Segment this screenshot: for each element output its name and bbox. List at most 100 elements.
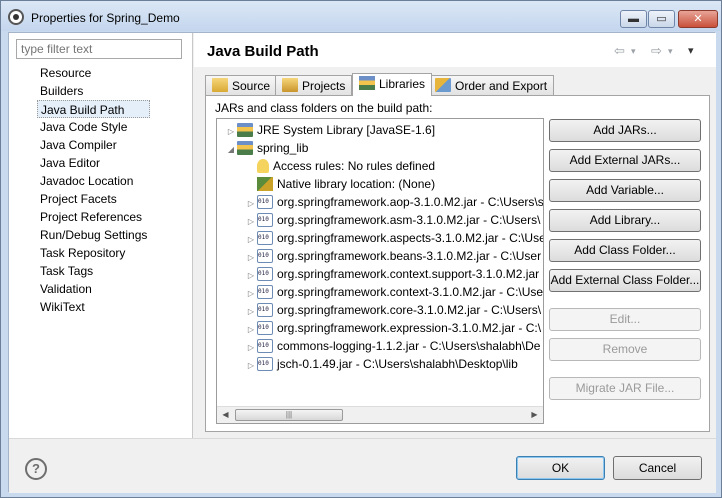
forward-arrow-icon[interactable]: ⇨ [651, 43, 662, 59]
tree-item-jar[interactable]: ▷org.springframework.context-3.1.0.M2.ja… [245, 283, 543, 301]
scroll-thumb[interactable]: ||| [235, 409, 343, 421]
add-variable-button[interactable]: Add Variable... [549, 179, 701, 202]
cancel-button[interactable]: Cancel [613, 456, 702, 480]
tree-item-label: org.springframework.beans-3.1.0.M2.jar -… [277, 249, 542, 263]
tree-item-jar[interactable]: ▷org.springframework.aop-3.1.0.M2.jar - … [245, 193, 543, 211]
order-export-icon [435, 78, 451, 92]
page-title: Java Build Path [207, 43, 319, 60]
access-rules-icon [257, 159, 269, 173]
tab-order-export[interactable]: Order and Export [428, 75, 555, 95]
horizontal-scrollbar[interactable]: ◀ ||| ▶ [217, 406, 543, 423]
add-library-button[interactable]: Add Library... [549, 209, 701, 232]
tree-item-label: Access rules: No rules defined [273, 159, 436, 173]
maximize-button[interactable]: ▭ [648, 10, 675, 28]
minimize-button[interactable]: ▬ [620, 10, 647, 28]
tree-item-jre[interactable]: ▷ JRE System Library [JavaSE-1.6] [225, 121, 435, 139]
page-pane: Java Build Path ⇦ ▾ ⇨ ▾ ▾ Source Project… [194, 33, 716, 438]
scroll-right-icon[interactable]: ▶ [526, 407, 543, 423]
nav-item-wikitext[interactable]: WikiText [37, 298, 150, 316]
nav-item-java-compiler[interactable]: Java Compiler [37, 136, 150, 154]
tree-item-jar[interactable]: ▷org.springframework.aspects-3.1.0.M2.ja… [245, 229, 544, 247]
tree-item-label: commons-logging-1.1.2.jar - C:\Users\sha… [277, 339, 541, 353]
nav-item-run-debug-settings[interactable]: Run/Debug Settings [37, 226, 150, 244]
native-library-icon [257, 177, 273, 191]
view-menu-icon[interactable]: ▾ [688, 44, 694, 57]
filter-input[interactable] [16, 39, 182, 59]
nav-item-resource[interactable]: Resource [37, 64, 150, 82]
tree-item-label: org.springframework.aspects-3.1.0.M2.jar… [277, 231, 544, 245]
title-bar: Properties for Spring_Demo ▬ ▭ ✕ [1, 1, 721, 31]
add-external-class-folder-button[interactable]: Add External Class Folder... [549, 269, 701, 292]
tree-item-jar[interactable]: ▷org.springframework.expression-3.1.0.M2… [245, 319, 541, 337]
jar-icon [257, 249, 273, 263]
remove-button[interactable]: Remove [549, 338, 701, 361]
scroll-left-icon[interactable]: ◀ [217, 407, 234, 423]
build-path-tree[interactable]: ▷ JRE System Library [JavaSE-1.6] ◢ spring… [216, 118, 544, 424]
projects-icon [282, 78, 298, 92]
tree-item-spring-lib[interactable]: ◢ spring_lib [225, 139, 308, 157]
jar-icon [257, 303, 273, 317]
tree-item-label: jsch-0.1.49.jar - C:\Users\shalabh\Deskt… [277, 357, 518, 371]
tree-item-label: Native library location: (None) [277, 177, 436, 191]
tree-item-jar[interactable]: ▷org.springframework.beans-3.1.0.M2.jar … [245, 247, 541, 265]
tab-source[interactable]: Source [205, 75, 278, 95]
nav-item-project-references[interactable]: Project References [37, 208, 150, 226]
tree-item-access-rules[interactable]: Access rules: No rules defined [257, 157, 435, 175]
add-class-folder-button[interactable]: Add Class Folder... [549, 239, 701, 262]
tree-item-jar[interactable]: ▷org.springframework.context.support-3.1… [245, 265, 539, 283]
tree-item-jar[interactable]: ▷commons-logging-1.1.2.jar - C:\Users\sh… [245, 337, 540, 355]
nav-item-project-facets[interactable]: Project Facets [37, 190, 150, 208]
tree-item-jar[interactable]: ▷org.springframework.core-3.1.0.M2.jar -… [245, 301, 541, 319]
category-list: Resource Builders Java Build Path Java C… [37, 64, 151, 316]
collapse-arrow-icon[interactable]: ◢ [225, 141, 237, 159]
tab-source-label: Source [232, 79, 271, 93]
tree-item-native-library[interactable]: Native library location: (None) [257, 175, 435, 193]
add-jars-button[interactable]: Add JARs... [549, 119, 701, 142]
page-header: Java Build Path ⇦ ▾ ⇨ ▾ ▾ [194, 33, 716, 67]
migrate-jar-button[interactable]: Migrate JAR File... [549, 377, 701, 400]
nav-item-task-repository[interactable]: Task Repository [37, 244, 150, 262]
nav-item-builders[interactable]: Builders [37, 82, 150, 100]
jar-icon [257, 321, 273, 335]
expand-arrow-icon[interactable]: ▷ [245, 357, 257, 375]
back-menu-icon[interactable]: ▾ [631, 46, 636, 57]
tree-item-label: JRE System Library [JavaSE-1.6] [257, 123, 436, 137]
tree-item-label: org.springframework.expression-3.1.0.M2.… [277, 321, 542, 335]
back-arrow-icon[interactable]: ⇦ [614, 43, 625, 59]
libraries-icon [359, 76, 375, 90]
close-button[interactable]: ✕ [678, 10, 718, 28]
nav-item-java-build-path[interactable]: Java Build Path [37, 100, 151, 118]
jar-icon [257, 231, 273, 245]
tree-item-label: org.springframework.context.support-3.1.… [277, 267, 540, 281]
nav-item-validation[interactable]: Validation [37, 280, 150, 298]
category-pane: Resource Builders Java Build Path Java C… [9, 33, 193, 438]
tab-libraries[interactable]: Libraries [352, 73, 433, 96]
dialog-footer: ? OK Cancel [9, 438, 716, 493]
help-icon[interactable]: ? [25, 458, 47, 480]
nav-item-java-editor[interactable]: Java Editor [37, 154, 150, 172]
jar-icon [257, 267, 273, 281]
add-external-jars-button[interactable]: Add External JARs... [549, 149, 701, 172]
jar-icon [257, 285, 273, 299]
jar-icon [257, 213, 273, 227]
jar-icon [257, 357, 273, 371]
tree-item-label: org.springframework.context-3.1.0.M2.jar… [277, 285, 544, 299]
nav-item-task-tags[interactable]: Task Tags [37, 262, 150, 280]
tree-item-label: org.springframework.core-3.1.0.M2.jar - … [277, 303, 542, 317]
libraries-heading: JARs and class folders on the build path… [215, 101, 433, 115]
tab-projects[interactable]: Projects [275, 75, 353, 95]
window-title: Properties for Spring_Demo [31, 11, 180, 25]
tree-item-jar[interactable]: ▷ jsch-0.1.49.jar - C:\Users\shalabh\Desk… [245, 355, 518, 373]
page-body: Source Projects Libraries Order and Expo… [194, 67, 716, 438]
source-folder-icon [212, 78, 228, 92]
jar-icon [257, 339, 273, 353]
tree-item-jar[interactable]: ▷org.springframework.asm-3.1.0.M2.jar - … [245, 211, 540, 229]
ok-button[interactable]: OK [516, 456, 605, 480]
forward-menu-icon[interactable]: ▾ [668, 46, 673, 57]
nav-item-javadoc-location[interactable]: Javadoc Location [37, 172, 150, 190]
nav-item-java-code-style[interactable]: Java Code Style [37, 118, 150, 136]
edit-button[interactable]: Edit... [549, 308, 701, 331]
tab-order-export-label: Order and Export [455, 79, 548, 93]
library-icon [237, 141, 253, 155]
tab-libraries-label: Libraries [379, 77, 426, 91]
